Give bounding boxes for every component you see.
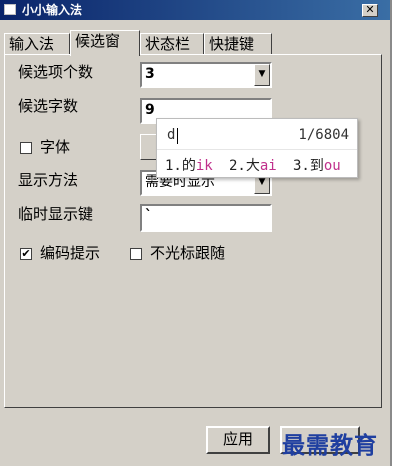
cursor-follow-checkbox[interactable] — [130, 248, 142, 260]
window-title: 小小输入法 — [22, 3, 83, 17]
encoding-hint-checkbox[interactable]: ✔ — [20, 248, 32, 260]
apply-button[interactable]: 应用 — [206, 426, 270, 454]
text-caret — [177, 128, 178, 144]
temp-display-key-value: ` — [145, 208, 152, 224]
ime-candidate-popup: d 1/6804 1.的ik 2.大ai 3.到ou — [156, 118, 358, 178]
window-edge — [390, 0, 392, 466]
candidate-chars-label: 候选字数 — [18, 97, 79, 115]
font-checkbox[interactable] — [20, 142, 32, 154]
tab-shortcuts[interactable]: 快捷键 — [204, 33, 272, 54]
cursor-follow-label: 不光标跟随 — [150, 244, 226, 262]
watermark-text: 最需教育 — [282, 432, 378, 459]
tab-input-method[interactable]: 输入法 — [4, 33, 70, 54]
ime-page-indicator: 1/6804 — [298, 127, 349, 143]
temp-display-key-label: 临时显示键 — [18, 205, 94, 223]
candidate-count-select[interactable]: 3 ▼ — [140, 62, 272, 88]
chevron-down-icon[interactable]: ▼ — [254, 64, 270, 86]
popup-divider — [157, 149, 357, 150]
app-icon — [4, 4, 16, 15]
candidate-count-value: 3 — [145, 66, 155, 82]
encoding-hint-label: 编码提示 — [40, 244, 101, 262]
candidate-item[interactable]: 1.的ik — [165, 155, 213, 175]
candidate-item[interactable]: 2.大ai — [229, 155, 277, 175]
tab-candidate-window[interactable]: 候选窗 — [70, 30, 140, 56]
settings-window: 小小输入法 ✕ 输入法 候选窗 状态栏 快捷键 候选项个数 3 ▼ 候选字数 9… — [0, 0, 390, 466]
candidate-item[interactable]: 3.到ou — [293, 155, 341, 175]
tab-status-bar[interactable]: 状态栏 — [140, 33, 204, 54]
font-label: 字体 — [40, 138, 71, 156]
candidate-count-label: 候选项个数 — [18, 63, 94, 81]
candidate-chars-value: 9 — [145, 102, 155, 118]
close-button[interactable]: ✕ — [362, 4, 378, 17]
temp-display-key-input[interactable]: ` — [140, 204, 272, 232]
title-bar[interactable]: 小小输入法 ✕ — [0, 0, 390, 20]
ime-input-text: d — [167, 127, 176, 143]
display-method-label: 显示方法 — [18, 171, 79, 189]
